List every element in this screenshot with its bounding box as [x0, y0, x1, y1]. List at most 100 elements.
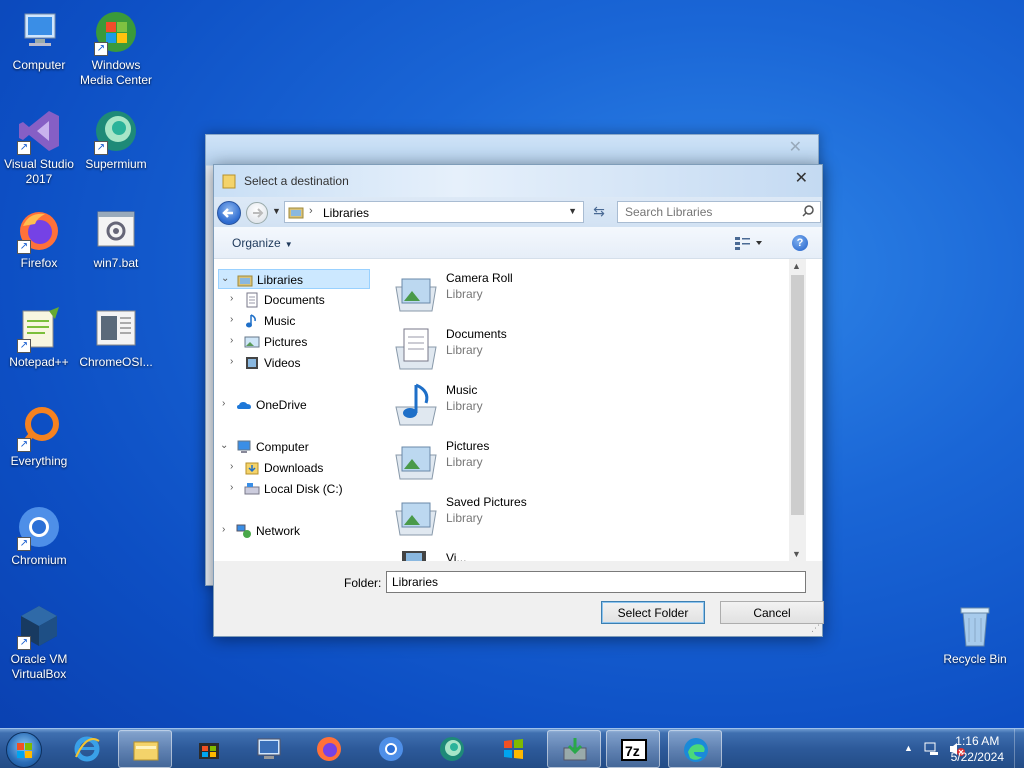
clock[interactable]: 1:16 AM 5/22/2024 [951, 733, 1004, 765]
item-name: Vi... [446, 551, 467, 561]
search-input[interactable] [618, 202, 788, 222]
desktop-icon-everything[interactable]: ↗ Everything [0, 404, 78, 469]
tree-item-videos[interactable]: › Videos [218, 353, 370, 373]
tree-item-computer[interactable]: ⌄ Computer [218, 437, 370, 457]
resize-grip-icon[interactable]: ⋰ [811, 623, 820, 634]
show-hidden-icons-icon[interactable]: ▲ [904, 743, 913, 753]
desktop-icon-notepadpp[interactable]: ↗ Notepad++ [0, 305, 78, 370]
search-box[interactable] [617, 201, 821, 223]
list-item-documents[interactable]: Documents Library [390, 321, 690, 373]
desktop-icon-label: Computer [12, 58, 66, 72]
taskbar-file-explorer[interactable] [118, 730, 172, 768]
desktop-icon-virtualbox[interactable]: ↗ Oracle VM VirtualBox [0, 602, 78, 682]
chevron-right-icon[interactable]: › [230, 335, 240, 346]
visual-studio-icon: ↗ [15, 107, 63, 155]
desktop-icon-supermium[interactable]: ↗ Supermium [77, 107, 155, 172]
desktop-icon-label: Oracle VM VirtualBox [10, 652, 68, 681]
folder-input[interactable] [386, 571, 806, 593]
dialog-content: ⌄ Libraries › Documents › Music › Pictur… [214, 259, 822, 561]
chevron-right-icon[interactable]: › [222, 524, 232, 535]
tree-item-label: Downloads [264, 461, 324, 475]
desktop-icon-computer[interactable]: Computer [0, 8, 78, 73]
dialog-title: Select a destination [244, 174, 349, 188]
desktop-icon-label: Visual Studio 2017 [4, 157, 74, 186]
tree-item-documents[interactable]: › Documents [218, 290, 370, 310]
taskbar-windows-media[interactable] [486, 730, 540, 768]
item-type: Library [446, 287, 483, 301]
taskbar-remote-desktop[interactable] [242, 730, 296, 768]
tree-item-network[interactable]: › Network [218, 521, 370, 541]
recent-locations-dropdown-icon[interactable]: ▼ [272, 206, 281, 216]
network-status-icon[interactable] [924, 741, 940, 757]
address-bar[interactable]: › Libraries ▼ [284, 201, 584, 223]
desktop-icon-label: win7.bat [93, 256, 139, 270]
tree-item-libraries[interactable]: ⌄ Libraries [218, 269, 370, 289]
tree-item-local-disk[interactable]: › Local Disk (C:) [218, 479, 370, 499]
chevron-right-icon[interactable]: › [230, 356, 240, 367]
start-button[interactable] [6, 732, 42, 768]
windows-logo-icon [17, 743, 32, 758]
forward-button[interactable] [246, 202, 268, 224]
item-name: Pictures [446, 439, 490, 453]
chevron-right-icon[interactable]: › [230, 482, 240, 493]
desktop-icon-chromium[interactable]: ↗ Chromium [0, 503, 78, 568]
desktop-icon-win7bat[interactable]: win7.bat [77, 206, 155, 271]
desktop-icon-recycle-bin[interactable]: Recycle Bin [936, 602, 1014, 667]
list-item-saved-pictures[interactable]: Saved Pictures Library [390, 489, 690, 541]
chromium-icon: ↗ [15, 503, 63, 551]
chevron-right-icon[interactable]: › [222, 398, 232, 409]
back-button[interactable] [217, 201, 241, 225]
show-desktop-button[interactable] [1014, 729, 1024, 768]
desktop-icon-chromeosi[interactable]: ChromeOSI... [77, 305, 155, 370]
organize-button[interactable]: Organize ▼ [232, 236, 293, 250]
address-dropdown-icon[interactable]: ▼ [568, 206, 577, 216]
refresh-icon[interactable]: ⇆ [590, 203, 608, 221]
breadcrumb-libraries[interactable]: Libraries [323, 206, 369, 220]
chevron-right-icon[interactable]: › [230, 461, 240, 472]
taskbar-7zip[interactable]: 7z [606, 730, 660, 768]
tree-item-onedrive[interactable]: › OneDrive [218, 395, 370, 415]
taskbar-installer[interactable] [547, 730, 601, 768]
tree-item-pictures[interactable]: › Pictures [218, 332, 370, 352]
tree-item-label: Local Disk (C:) [264, 482, 343, 496]
list-item-videos[interactable]: Vi... [390, 545, 690, 561]
taskbar-windows-store[interactable] [182, 730, 236, 768]
scroll-down-icon[interactable]: ▼ [792, 549, 801, 559]
desktop-icon-visual-studio[interactable]: ↗ Visual Studio 2017 [0, 107, 78, 187]
list-item-pictures[interactable]: Pictures Library [390, 433, 690, 485]
vertical-scrollbar[interactable]: ▲ ▼ [789, 259, 806, 561]
list-item-music[interactable]: Music Library [390, 377, 690, 429]
desktop-icon-media-center[interactable]: ↗ Windows Media Center [77, 8, 155, 88]
change-view-icon[interactable] [734, 235, 764, 251]
tree-item-music[interactable]: › Music [218, 311, 370, 331]
scroll-up-icon[interactable]: ▲ [792, 261, 801, 271]
desktop-icon-firefox[interactable]: ↗ Firefox [0, 206, 78, 271]
close-icon[interactable]: ✕ [789, 137, 802, 157]
local-disk-icon [244, 483, 260, 495]
cancel-button[interactable]: Cancel [720, 601, 824, 624]
tree-item-downloads[interactable]: › Downloads [218, 458, 370, 478]
close-button[interactable]: ✕ [795, 168, 808, 188]
chevron-right-icon[interactable]: › [230, 314, 240, 325]
taskbar-firefox[interactable] [302, 730, 356, 768]
list-item-camera-roll[interactable]: Camera Roll Library [390, 265, 690, 317]
help-button[interactable]: ? [792, 235, 808, 251]
scroll-thumb[interactable] [791, 275, 804, 515]
taskbar-supermium[interactable] [425, 730, 479, 768]
taskbar-chromium[interactable] [364, 730, 418, 768]
chevron-down-icon[interactable]: ⌄ [220, 440, 230, 451]
dialog-footer: Folder: Select Folder Cancel ⋰ [214, 561, 824, 636]
taskbar-edge[interactable] [668, 730, 722, 768]
downloads-icon [245, 462, 259, 475]
supermium-icon [440, 737, 464, 761]
select-folder-button[interactable]: Select Folder [601, 601, 705, 624]
desktop-icon-label: Recycle Bin [943, 652, 1007, 666]
chevron-down-icon: ▼ [284, 240, 293, 249]
file-list-pane: Camera Roll Library Documents Library Mu… [390, 259, 806, 561]
chevron-right-icon[interactable]: › [230, 293, 240, 304]
arrow-left-icon [222, 208, 233, 218]
chevron-down-icon[interactable]: ⌄ [221, 273, 231, 284]
taskbar-internet-explorer[interactable] [60, 730, 114, 768]
7zip-icon: 7z [621, 739, 647, 761]
item-name: Music [446, 383, 478, 397]
